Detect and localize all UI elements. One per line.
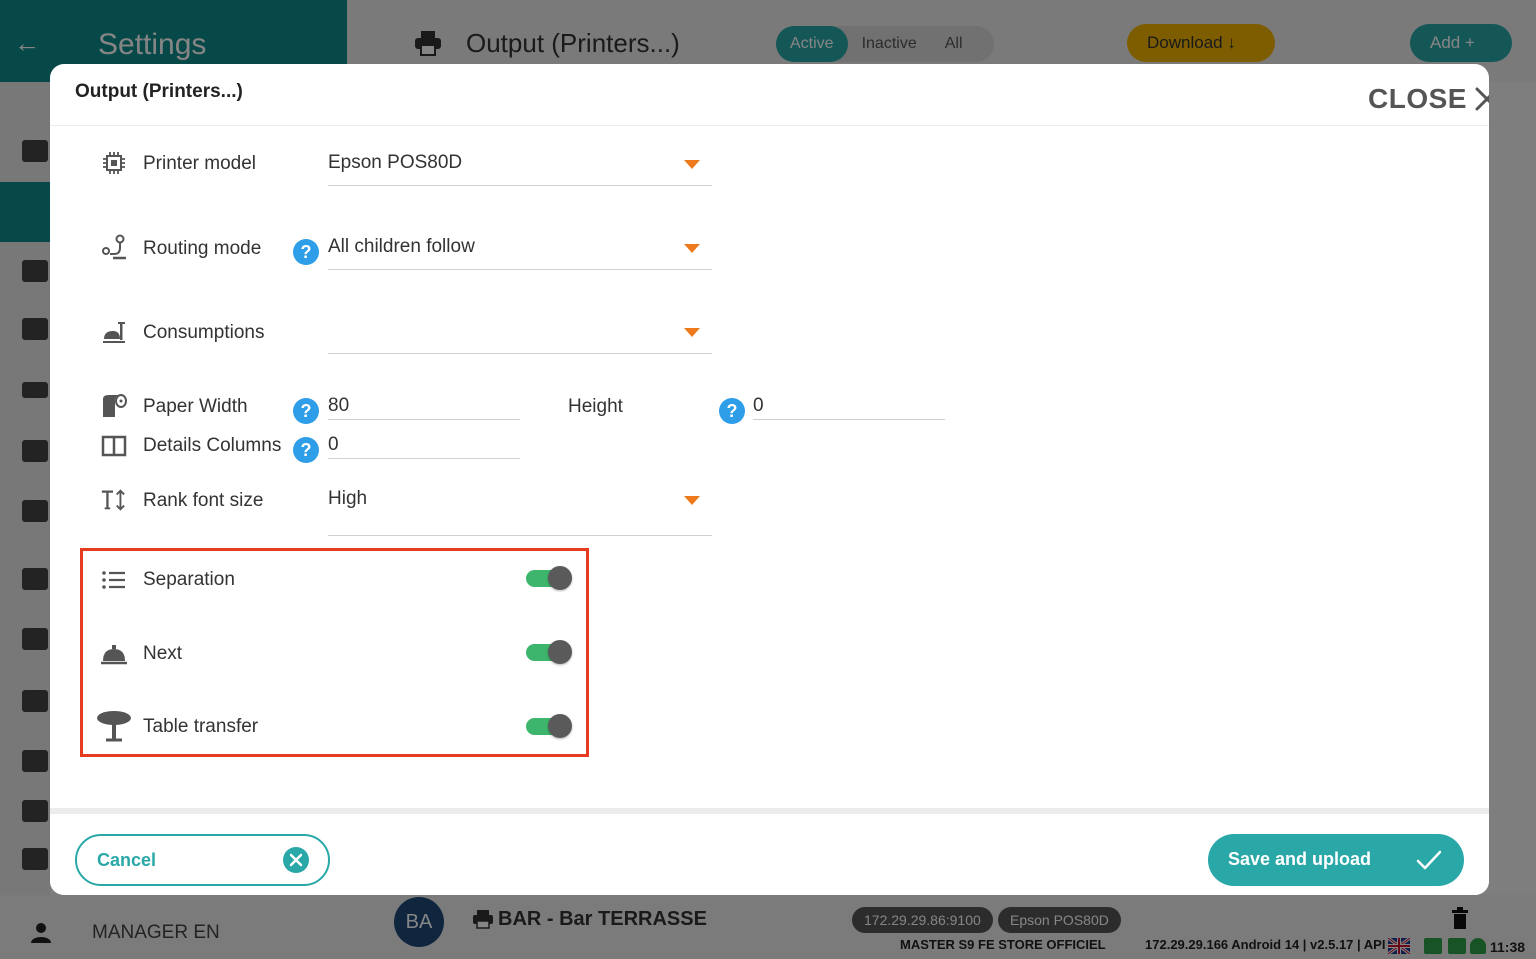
next-toggle[interactable] [526,640,572,664]
rank-font-size-label: Rank font size [143,490,264,511]
chevron-down-icon [684,496,700,505]
routing-mode-select[interactable]: All children follow [328,234,712,270]
table-transfer-toggle[interactable] [526,714,572,738]
consumptions-select[interactable] [328,318,712,354]
toggle-knob [548,566,572,590]
columns-icon [101,435,127,457]
height-input[interactable] [753,392,945,420]
chevron-down-icon [684,244,700,253]
consumption-icon [103,322,125,343]
printer-model-select[interactable]: Epson POS80D [328,150,712,186]
close-label: CLOSE [1368,83,1467,114]
paper-width-label: Paper Width [143,396,248,417]
printer-model-value: Epson POS80D [328,152,463,173]
modal-footer: Cancel Save and upload [50,808,1489,895]
height-label: Height [568,396,623,417]
chevron-down-icon [684,328,700,337]
printer-settings-modal: Output (Printers...) CLOSE Printer model… [50,64,1489,895]
routing-mode-label: Routing mode [143,238,262,259]
routing-mode-value: All children follow [328,236,475,257]
next-label: Next [143,643,183,664]
separation-toggle[interactable] [526,566,572,590]
help-icon[interactable]: ? [293,437,319,463]
save-label: Save and upload [1228,849,1372,869]
cancel-label: Cancel [97,850,157,870]
separation-label: Separation [143,569,235,590]
chip-icon [103,152,125,174]
table-icon [97,711,131,742]
toggle-knob [548,640,572,664]
cancel-button[interactable]: Cancel [75,834,330,886]
font-size-icon [101,489,125,511]
rank-font-size-value: High [328,488,368,509]
modal-title: Output (Printers...) [75,81,243,102]
consumptions-label: Consumptions [143,322,265,343]
routing-icon [102,234,126,260]
save-and-upload-button[interactable]: Save and upload [1208,834,1464,886]
service-bell-icon [101,645,127,665]
close-icon [1475,87,1489,111]
modal-header: Output (Printers...) CLOSE [50,64,1489,126]
toggle-knob [548,714,572,738]
cancel-circle-icon [283,847,309,873]
rank-font-size-select[interactable]: High [328,486,712,536]
details-columns-label: Details Columns [143,435,282,456]
help-icon[interactable]: ? [293,398,319,424]
help-icon[interactable]: ? [293,239,319,265]
table-transfer-label: Table transfer [143,716,259,737]
chevron-down-icon [684,160,700,169]
paper-width-input[interactable] [328,392,520,420]
details-columns-input[interactable] [328,431,520,459]
close-button[interactable]: CLOSE [1368,82,1489,116]
help-icon[interactable]: ? [719,398,745,424]
list-icon [102,571,125,589]
check-icon [1416,850,1442,870]
paper-roll-icon [103,394,127,417]
printer-model-label: Printer model [143,153,256,174]
